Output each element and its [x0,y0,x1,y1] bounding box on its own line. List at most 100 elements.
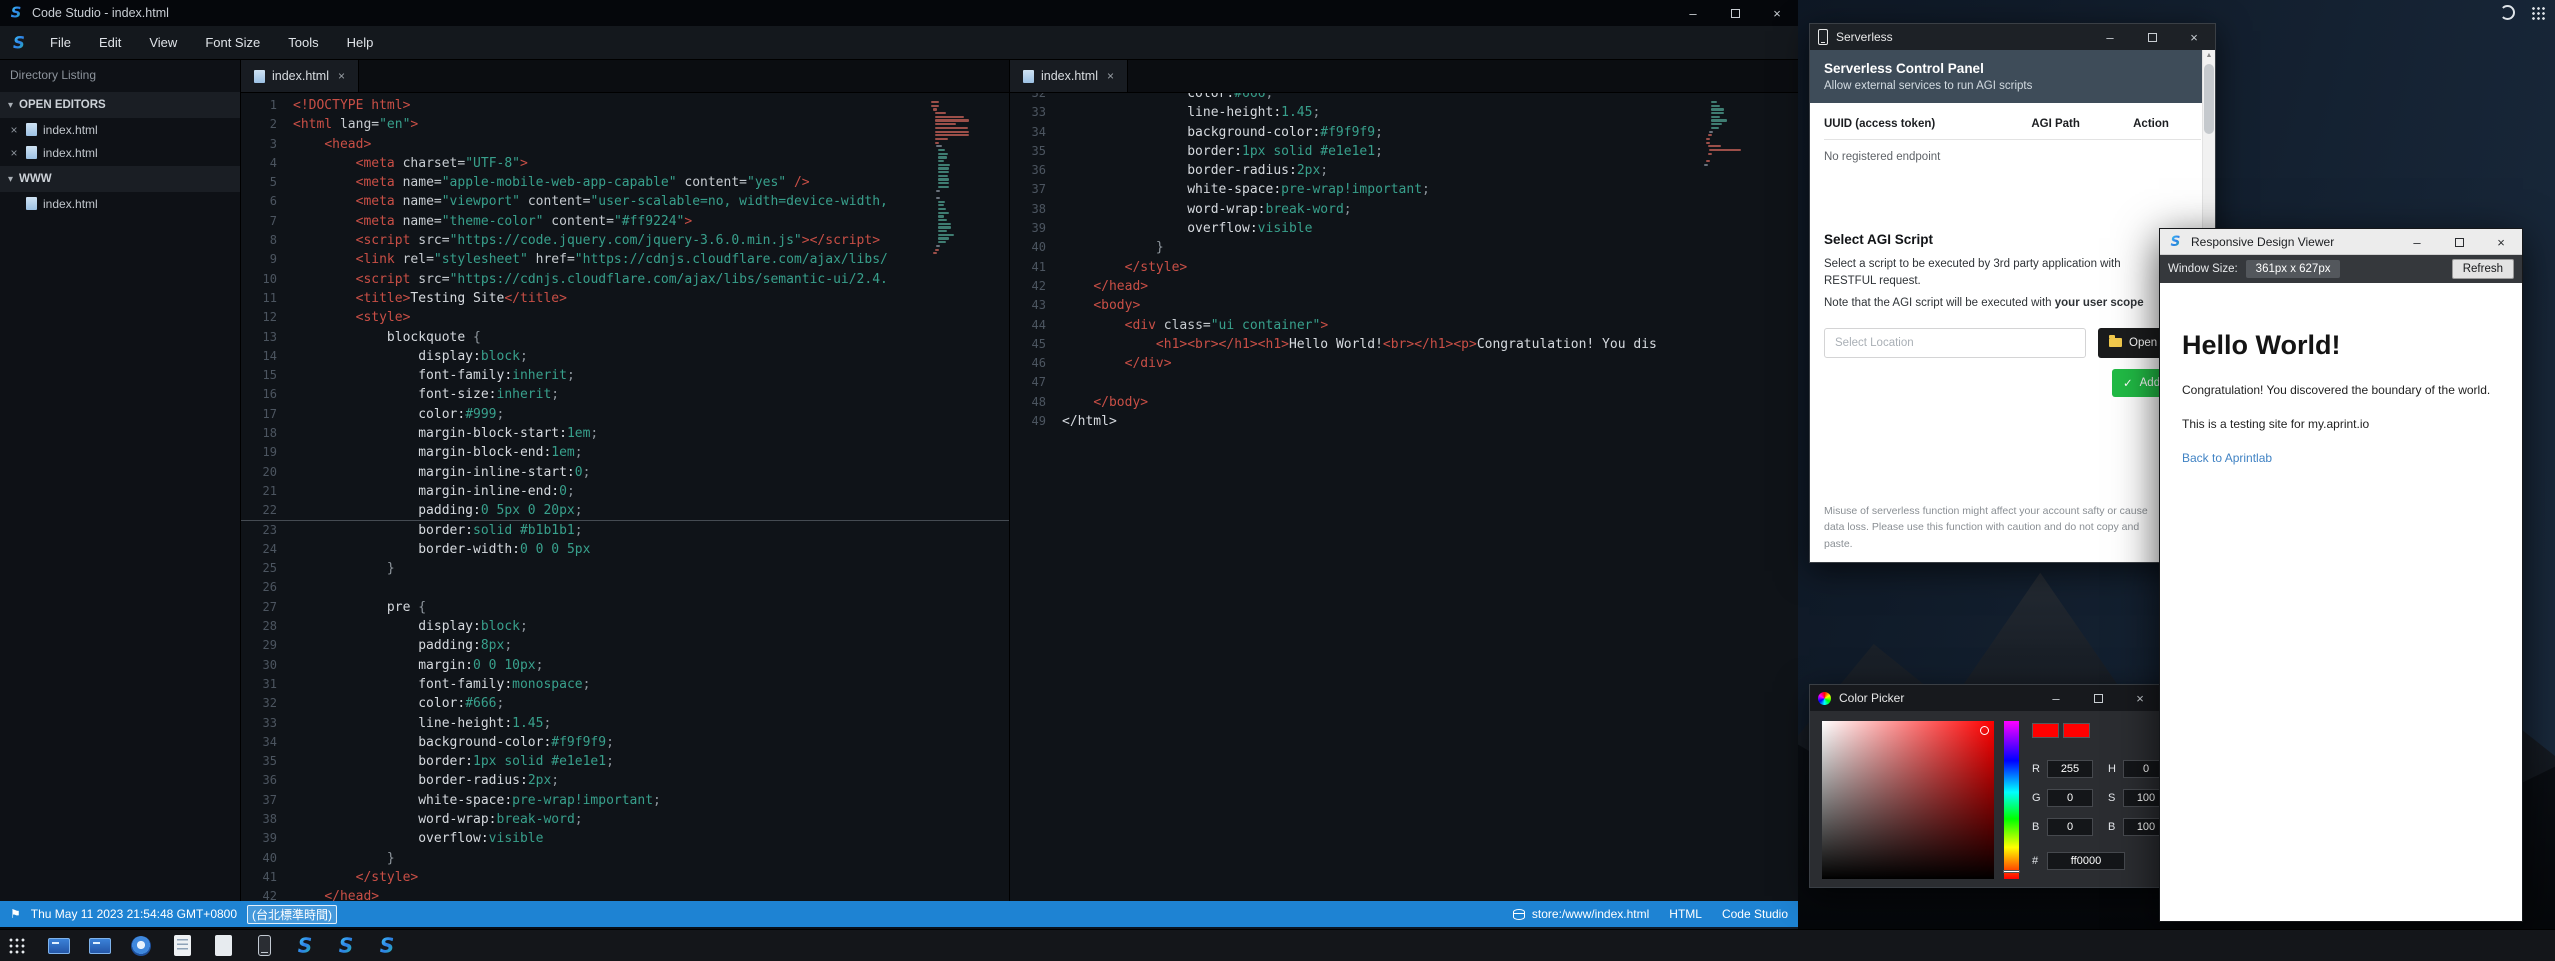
minimize-button[interactable]: – [2396,229,2438,255]
code-line: 31 font-family:monospace; [241,675,1009,694]
script-form: Open ✓ Add [1824,328,2201,402]
color-picker-titlebar[interactable]: Color Picker – × [1810,685,2215,711]
file-icon[interactable] [211,934,235,958]
section-header-www[interactable]: ▾WWW [0,166,240,192]
code-line: 10 <script src="https://cdnjs.cloudflare… [241,270,1009,289]
line-number: 24 [241,540,293,559]
close-button[interactable]: × [1756,0,1798,26]
line-number: 41 [1010,258,1062,277]
code-studio-2-icon[interactable] [334,934,358,958]
menu-help[interactable]: Help [333,26,388,60]
spinner-icon[interactable] [2500,5,2515,20]
hue-slider[interactable] [2004,721,2019,879]
serverless-titlebar[interactable]: Serverless – × [1810,24,2215,50]
code-line: 49</html> [1010,412,1798,431]
line-number: 21 [241,482,293,501]
code-line: 36 border-radius:2px; [1010,161,1798,180]
code-studio-logo-icon [8,5,24,21]
code-studio-logo [294,935,316,957]
code-line: 29 padding:8px; [241,636,1009,655]
line-number: 31 [241,675,293,694]
status-language[interactable]: HTML [1669,907,1702,921]
section-header-open-editors[interactable]: ▾OPEN EDITORS [0,92,240,118]
menu-font-size[interactable]: Font Size [191,26,274,60]
grid-menu-icon[interactable] [2531,6,2545,20]
saturation-cursor[interactable] [1980,726,1989,735]
close-button[interactable]: × [2173,24,2215,50]
scrollbar-thumb[interactable] [2204,64,2214,134]
line-number: 36 [241,771,293,790]
code-editor[interactable]: 32 color:#666;33 line-height:1.45;34 bac… [1010,93,1798,901]
field-value[interactable]: 255 [2047,760,2093,778]
window-size-value[interactable]: 361px x 627px [2246,260,2341,278]
folder-icon [2109,338,2122,347]
maximize-button[interactable] [2438,229,2480,255]
back-link[interactable]: Back to Aprintlab [2182,451,2272,465]
field-value[interactable]: 0 [2047,818,2093,836]
close-icon[interactable]: × [8,123,20,137]
hue-cursor[interactable] [2003,870,2020,873]
refresh-button[interactable]: Refresh [2452,259,2514,279]
code-studio-3-icon[interactable] [375,934,399,958]
start-menu-icon[interactable] [8,937,25,954]
ide-titlebar[interactable]: Code Studio - index.html – × [0,0,1798,26]
menu-view[interactable]: View [135,26,191,60]
tab-index-html[interactable]: index.html × [241,60,359,92]
menu-edit[interactable]: Edit [85,26,135,60]
line-number: 43 [1010,296,1062,315]
minimize-button[interactable]: – [2089,24,2131,50]
hex-value[interactable]: ff0000 [2047,852,2125,870]
browser-icon[interactable] [129,934,153,958]
maximize-button[interactable] [2131,24,2173,50]
tab-index-html[interactable]: index.html × [1010,60,1128,92]
phone-icon[interactable] [252,934,276,958]
code-studio-logo [376,935,398,957]
line-number: 8 [241,231,293,250]
line-number: 33 [241,714,293,733]
line-number: 37 [241,791,293,810]
sidebar-item-index-html[interactable]: ×index.html [0,141,240,164]
maximize-button[interactable] [2077,685,2119,711]
document-icon[interactable] [170,934,194,958]
code-line: 1<!DOCTYPE html> [241,96,1009,115]
saturation-area[interactable] [1822,721,1994,879]
line-number: 15 [241,366,293,385]
line-number: 38 [1010,200,1062,219]
sidebar-item-index-html[interactable]: index.html [0,192,240,215]
select-location-input[interactable] [1824,328,2086,358]
close-button[interactable]: × [2480,229,2522,255]
color-field-r: R255 [2032,759,2093,779]
code-line: 27 pre { [241,598,1009,617]
line-number: 14 [241,347,293,366]
minimize-button[interactable]: – [1672,0,1714,26]
line-number: 12 [241,308,293,327]
maximize-button[interactable] [1714,0,1756,26]
code-line: 13 blockquote { [241,328,1009,347]
minimap[interactable] [931,101,979,256]
flag-icon[interactable]: ⚑ [10,907,21,921]
minimize-button[interactable]: – [2035,685,2077,711]
close-icon[interactable]: × [8,146,20,160]
status-datetime: Thu May 11 2023 21:54:48 GMT+0800 [31,907,237,921]
minimap[interactable] [1704,101,1752,167]
close-button[interactable]: × [2119,685,2161,711]
menu-file[interactable]: File [36,26,85,60]
section-label: OPEN EDITORS [19,99,106,111]
window-blue-2-icon[interactable] [88,934,112,958]
code-editor[interactable]: 1<!DOCTYPE html>2<html lang="en">3 <head… [241,93,1009,901]
line-number: 26 [241,578,293,597]
close-icon[interactable]: × [1107,69,1114,83]
status-left: ⚑ Thu May 11 2023 21:54:48 GMT+0800 (台北標… [10,905,337,924]
close-icon[interactable]: × [338,69,345,83]
menu-tools[interactable]: Tools [274,26,332,60]
sidebar-item-index-html[interactable]: ×index.html [0,118,240,141]
scroll-up-icon[interactable]: ▲ [2203,52,2215,59]
code-studio-1-icon[interactable] [293,934,317,958]
line-number: 4 [241,154,293,173]
field-value[interactable]: 0 [2047,789,2093,807]
responsive-viewer-titlebar[interactable]: Responsive Design Viewer – × [2160,229,2522,255]
code-line: 16 font-size:inherit; [241,385,1009,404]
window-blue-icon[interactable] [47,934,71,958]
table-header-action: Action [2133,118,2201,130]
line-number: 48 [1010,393,1062,412]
